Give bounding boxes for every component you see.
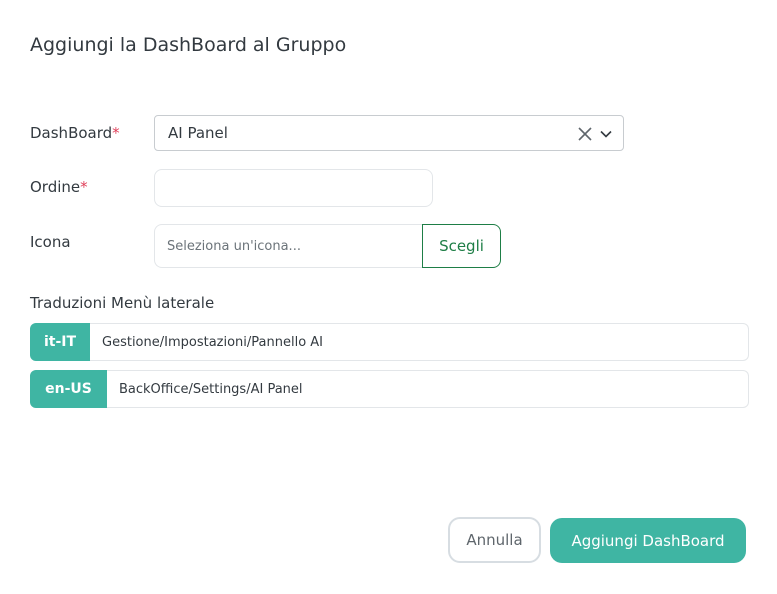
translation-row-it: it-IT (30, 323, 749, 361)
required-mark: * (112, 124, 120, 142)
translation-input-it[interactable] (90, 323, 749, 361)
translations-label: Traduzioni Menù laterale (30, 294, 215, 312)
dashboard-label: DashBoard* (30, 124, 120, 142)
lang-badge: en-US (30, 370, 107, 408)
icona-label: Icona (30, 233, 71, 251)
translation-input-en[interactable] (107, 370, 749, 408)
required-mark: * (80, 178, 88, 196)
ordine-label: Ordine* (30, 178, 88, 196)
icona-input[interactable] (154, 224, 424, 268)
add-dashboard-button[interactable]: Aggiungi DashBoard (550, 518, 746, 563)
cancel-button[interactable]: Annulla (448, 517, 541, 563)
dialog-title: Aggiungi la DashBoard al Gruppo (30, 34, 347, 56)
close-icon[interactable] (577, 126, 593, 142)
chevron-down-icon[interactable] (599, 127, 613, 141)
dashboard-label-text: DashBoard (30, 124, 113, 142)
dashboard-select[interactable]: AI Panel (154, 115, 624, 151)
ordine-input[interactable] (154, 169, 433, 207)
choose-icon-button[interactable]: Scegli (422, 224, 501, 268)
translation-row-en: en-US (30, 370, 749, 408)
dashboard-selected-value: AI Panel (168, 124, 228, 142)
ordine-label-text: Ordine (30, 178, 81, 196)
lang-badge: it-IT (30, 323, 90, 361)
add-dashboard-dialog: Aggiungi la DashBoard al Gruppo DashBoar… (0, 0, 777, 594)
